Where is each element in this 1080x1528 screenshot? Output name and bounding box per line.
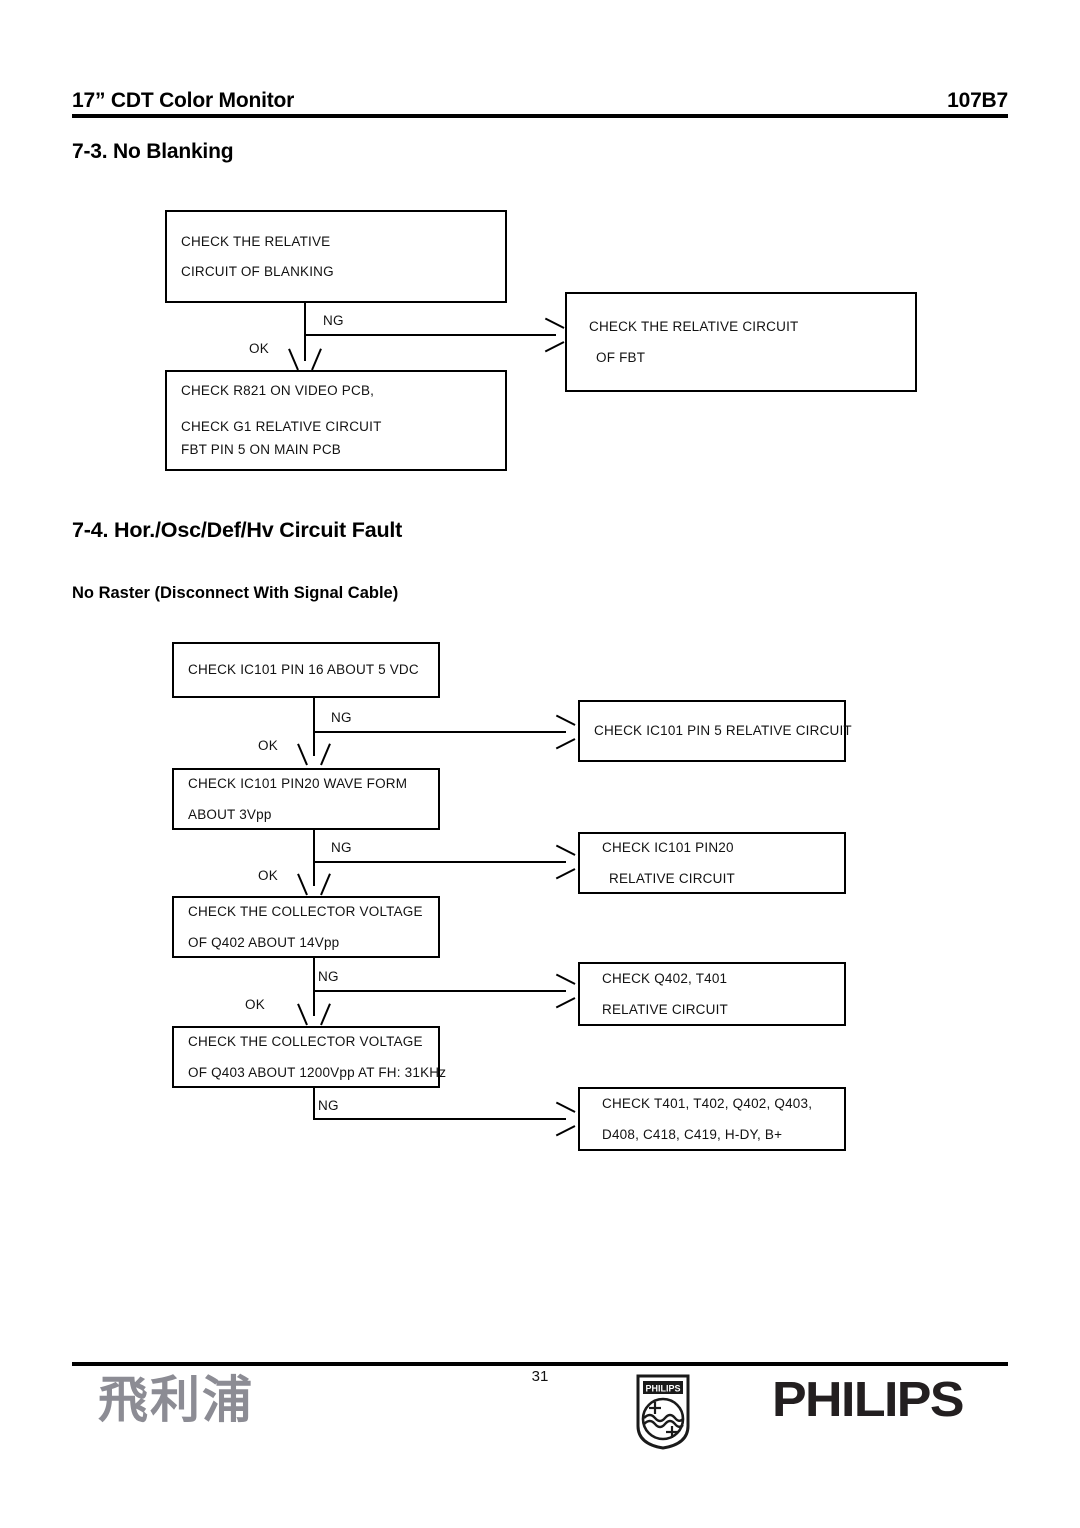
flow-box-check-ic101-pin20-wave: CHECK IC101 PIN20 WAVE FORM ABOUT 3Vpp: [172, 768, 440, 830]
flow-box-check-ic101-pin5-circuit: CHECK IC101 PIN 5 RELATIVE CIRCUIT: [578, 700, 852, 762]
flow-box-line: CHECK THE COLLECTOR VOLTAGE: [188, 1034, 423, 1049]
flow-box-line: CHECK Q402, T401: [602, 971, 728, 986]
flow-box-line: CHECK IC101 PIN20 WAVE FORM: [188, 776, 408, 791]
flow-label-ng: NG: [318, 969, 339, 984]
section-heading-7-4: 7-4. Hor./Osc/Def/Hv Circuit Fault: [72, 518, 403, 542]
flow-box-line: CIRCUIT OF BLANKING: [181, 264, 334, 279]
philips-shield-logo-icon: PHILIPS: [636, 1374, 690, 1450]
flow-arrowhead-right: [543, 324, 563, 346]
flow-box-line: CHECK R821 ON VIDEO PCB,: [181, 383, 375, 399]
flow-label-ng: NG: [318, 1098, 339, 1113]
flow-connector-horizontal: [313, 861, 566, 864]
flow-box-line: CHECK THE RELATIVE: [181, 233, 331, 249]
flow-box-line: CHECK IC101 PIN 16 ABOUT 5 VDC: [188, 662, 419, 678]
flow-box-check-ic101-pin16: CHECK IC101 PIN 16 ABOUT 5 VDC: [172, 642, 440, 698]
flow-arrowhead-right: [554, 1108, 574, 1130]
flow-box-line: FBT PIN 5 ON MAIN PCB: [181, 442, 341, 458]
flow-box-line: CHECK IC101 PIN20: [602, 840, 734, 855]
section-heading-7-3: 7-3. No Blanking: [72, 140, 234, 163]
flow-box-line: RELATIVE CIRCUIT: [602, 1001, 728, 1017]
flow-label-ng: NG: [323, 313, 344, 328]
flow-box-check-r821-g1: CHECK R821 ON VIDEO PCB, CHECK G1 RELATI…: [165, 370, 507, 471]
flow-arrowhead-right: [554, 851, 574, 873]
flow-label-ok: OK: [245, 997, 266, 1012]
flow-connector-horizontal: [313, 731, 566, 734]
flow-arrowhead-right: [554, 980, 574, 1002]
flow-box-line: OF Q402 ABOUT 14Vpp: [188, 934, 340, 950]
flow-box-check-t401-t402-components: CHECK T401, T402, Q402, Q403, D408, C418…: [578, 1087, 846, 1151]
section-subheading-no-raster: No Raster (Disconnect With Signal Cable): [72, 584, 399, 602]
flow-label-ng: NG: [331, 710, 352, 725]
footer-rule: [72, 1362, 1008, 1366]
flow-box-check-ic101-pin20-circuit: CHECK IC101 PIN20 RELATIVE CIRCUIT: [578, 832, 846, 894]
flow-arrowhead-down: [294, 347, 316, 369]
flow-box-line: D408, C418, C419, H-DY, B+: [602, 1126, 783, 1142]
philips-wordmark: PHILIPS: [772, 1373, 964, 1427]
flow-box-line: CHECK IC101 PIN 5 RELATIVE CIRCUIT: [594, 723, 852, 739]
svg-text:PHILIPS: PHILIPS: [645, 1384, 680, 1394]
flow-connector-horizontal: [313, 990, 566, 993]
flow-label-ok: OK: [258, 738, 279, 753]
flow-box-line: OF Q403 ABOUT 1200Vpp AT FH: 31KHz: [188, 1064, 447, 1080]
flow-box-line: OF FBT: [596, 349, 646, 365]
flow-box-line: ABOUT 3Vpp: [188, 806, 272, 822]
flow-connector-horizontal: [313, 1118, 566, 1121]
flow-box-check-fbt-circuit: CHECK THE RELATIVE CIRCUIT OF FBT: [565, 292, 917, 392]
flow-box-line: CHECK THE RELATIVE CIRCUIT: [589, 319, 799, 334]
flow-arrowhead-down: [303, 1002, 325, 1024]
flow-label-ok: OK: [249, 341, 270, 356]
flow-connector-horizontal: [304, 334, 556, 337]
flow-box-line: CHECK THE COLLECTOR VOLTAGE: [188, 904, 423, 919]
flow-arrowhead-down: [303, 872, 325, 894]
flow-box-line: CHECK T401, T402, Q402, Q403,: [602, 1096, 813, 1111]
header-model-number: 107B7: [947, 89, 1008, 112]
flow-box-check-q403-collector: CHECK THE COLLECTOR VOLTAGE OF Q403 ABOU…: [172, 1026, 447, 1088]
philips-chinese-logo: 飛利浦: [98, 1371, 254, 1429]
flow-connector-vertical: [313, 1088, 316, 1120]
flow-box-check-q402-collector: CHECK THE COLLECTOR VOLTAGE OF Q402 ABOU…: [172, 896, 440, 958]
page-header: 17” CDT Color Monitor 107B7: [72, 84, 1008, 118]
flow-box-check-blanking-circuit: CHECK THE RELATIVE CIRCUIT OF BLANKING: [165, 210, 507, 303]
flow-arrowhead-right: [554, 721, 574, 743]
flow-box-check-q402-t401-circuit: CHECK Q402, T401 RELATIVE CIRCUIT: [578, 962, 846, 1026]
flow-label-ng: NG: [331, 840, 352, 855]
header-product-title: 17” CDT Color Monitor: [72, 89, 295, 112]
flow-arrowhead-down: [303, 742, 325, 764]
flow-box-line: RELATIVE CIRCUIT: [609, 870, 735, 886]
flow-box-line: CHECK G1 RELATIVE CIRCUIT: [181, 418, 382, 434]
header-rule: [72, 114, 1008, 118]
flow-label-ok: OK: [258, 868, 279, 883]
